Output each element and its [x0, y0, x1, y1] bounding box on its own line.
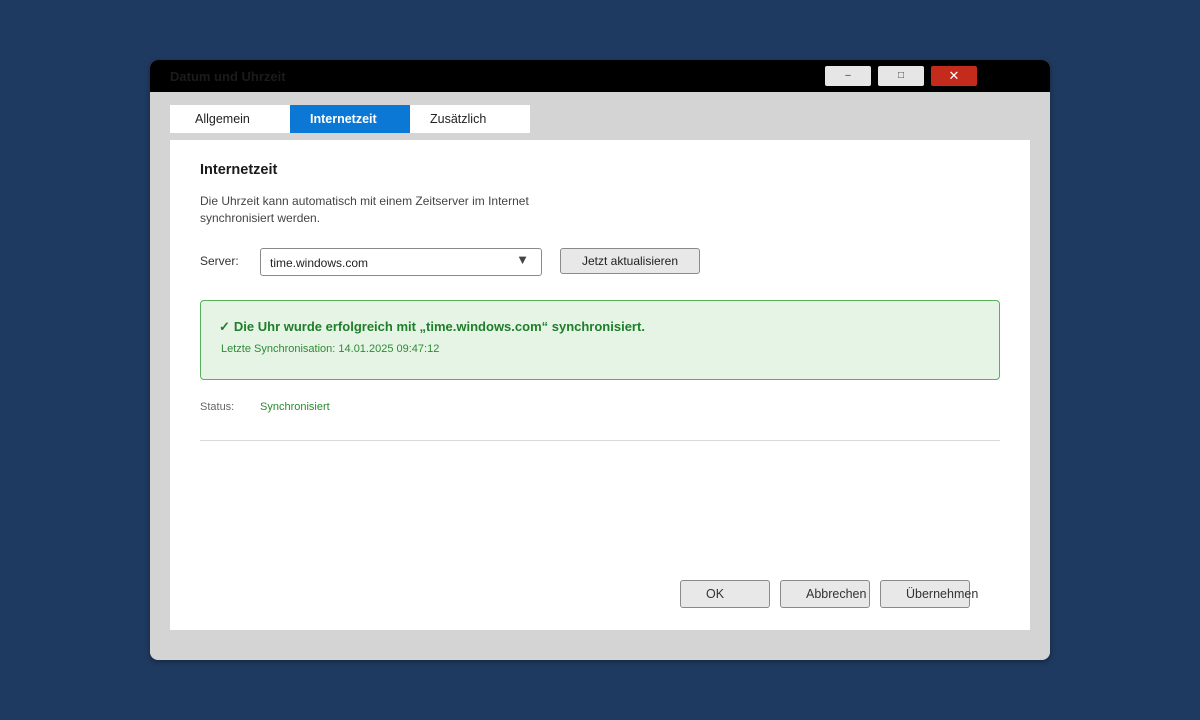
tab-allgemein[interactable]: Allgemein [170, 105, 290, 133]
success-message: ✓ Die Uhr wurde erfolgreich mit „time.win… [219, 319, 645, 335]
status-value: Synchronisiert [260, 401, 330, 413]
tab-zusaetzlich[interactable]: Zusätzlich [410, 105, 530, 133]
server-value: time.windows.com [270, 256, 369, 270]
chevron-down-icon: ▼ [516, 252, 529, 267]
internet-time-panel: Internetzeit Die Uhrzeit kann automatisc… [170, 140, 1030, 630]
date-time-dialog: Datum und Uhrzeit – □ ✕ Allgemein Intern… [150, 60, 1050, 660]
server-dropdown[interactable]: time.windows.com ▼ [260, 248, 542, 276]
success-message-box: ✓ Die Uhr wurde erfolgreich mit „time.win… [200, 300, 1000, 380]
minimize-button[interactable]: – [825, 66, 871, 86]
status-label: Status: [200, 401, 235, 413]
ok-button[interactable]: OK [680, 580, 770, 608]
divider [200, 440, 1000, 441]
cancel-button[interactable]: Abbrechen [780, 580, 870, 608]
update-now-button[interactable]: Jetzt aktualisieren [560, 248, 700, 274]
tab-internetzeit[interactable]: Internetzeit [290, 105, 410, 133]
maximize-button[interactable]: □ [878, 66, 924, 86]
panel-title: Internetzeit [200, 162, 278, 178]
title-bar[interactable]: Datum und Uhrzeit – □ ✕ [150, 60, 1050, 92]
success-message-text: Die Uhr wurde erfolgreich mit „time.wind… [233, 319, 645, 334]
checkmark-icon: ✓ [219, 319, 230, 334]
window-title: Datum und Uhrzeit [170, 69, 286, 84]
apply-button[interactable]: Übernehmen [880, 580, 978, 608]
panel-description: Die Uhrzeit kann automatisch mit einem Z… [200, 194, 529, 225]
server-label: Server: [200, 254, 239, 268]
last-sync-text: Letzte Synchronisation: 14.01.2025 09:47… [221, 343, 440, 355]
close-button[interactable]: ✕ [931, 66, 977, 86]
